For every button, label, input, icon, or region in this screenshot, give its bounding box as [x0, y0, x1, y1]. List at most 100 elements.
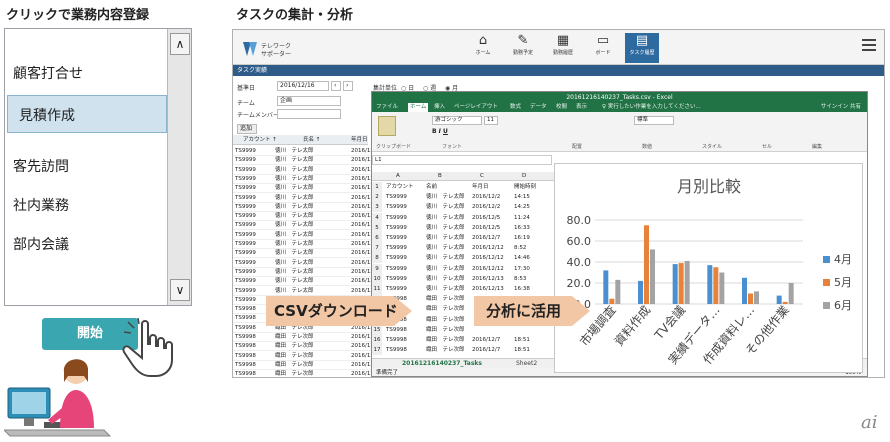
row-number[interactable]: 8 — [372, 253, 382, 264]
column-letter[interactable]: B — [438, 172, 442, 181]
y-tick-label: 40.0 — [567, 256, 592, 269]
col-date[interactable]: 年月日 — [351, 135, 368, 145]
hamburger-menu-icon[interactable] — [862, 39, 876, 51]
sheet-cell: 18:51 — [514, 347, 530, 354]
sheet-row[interactable]: 4 TS9999 徳川 テレ太郎 2016/12/5 11:24 — [372, 212, 557, 223]
sheet-cell: TS9999 — [386, 265, 407, 272]
base-date-input[interactable]: 2016/12/16 — [277, 81, 329, 91]
sheet-row[interactable]: 6 TS9999 徳川 テレ太郎 2016/12/7 16:19 — [372, 233, 557, 243]
row-number[interactable]: 9 — [372, 263, 382, 274]
sheet-row[interactable]: 3 TS9999 徳川 テレ太郎 2016/12/2 14:25 — [372, 202, 557, 213]
font-style-buttons[interactable]: B I U — [432, 128, 448, 135]
ribbon-tab[interactable]: データ — [530, 103, 547, 112]
next-date-button[interactable]: › — [343, 81, 353, 91]
ribbon-tab[interactable]: ファイル — [376, 103, 398, 112]
prev-date-button[interactable]: ‹ — [331, 81, 341, 91]
sheet-cell: 2016/12/12 — [472, 245, 504, 252]
chart-bar — [788, 283, 794, 304]
sheet-cell: 2016/12/5 — [472, 224, 501, 231]
sheet-cell: 徳川 テレ太郎 — [426, 265, 465, 272]
ribbon-tab[interactable]: ページレイアウト — [454, 103, 498, 112]
nav-schedule[interactable]: ✎ 勤務予定 — [506, 33, 540, 63]
sheet-cell: 2016/12/12 — [472, 255, 504, 262]
task-item-visit[interactable]: 客先訪問 — [13, 156, 69, 176]
sheet-row[interactable]: 16 TS9998 織田 テレ次郎 2016/12/7 18:51 — [372, 335, 557, 345]
nav-board[interactable]: ▭ ボード — [586, 33, 620, 63]
row-number[interactable]: 17 — [372, 345, 382, 356]
column-letter[interactable]: A — [396, 172, 400, 181]
csv-download-label: CSVダウンロード — [274, 302, 398, 320]
sheet-row[interactable]: 9 TS9999 徳川 テレ太郎 2016/12/12 17:30 — [372, 263, 557, 274]
pointing-hand-icon — [122, 318, 173, 377]
sheet-cell: TS9999 — [386, 245, 407, 252]
ribbon-tab[interactable]: ホーム — [408, 103, 429, 112]
ribbon-tab[interactable]: 校閲 — [556, 103, 567, 112]
column-letter[interactable]: C — [480, 172, 484, 181]
calendar-icon: ▦ — [556, 33, 570, 48]
number-format-select[interactable]: 標準 — [634, 116, 674, 125]
row-number[interactable]: 2 — [372, 192, 382, 203]
chart-bar — [754, 291, 759, 304]
ribbon-group-label: セル — [762, 144, 773, 150]
task-list[interactable]: 顧客打合せ 見積作成 客先訪問 社内業務 部内会議 ∧ ∨ — [4, 28, 192, 306]
row-number[interactable]: 7 — [372, 243, 382, 254]
nav-task-history[interactable]: ▤ タスク履歴 — [625, 33, 659, 63]
nav-work-history[interactable]: ▦ 勤務履歴 — [546, 33, 580, 63]
row-number[interactable]: 1 — [372, 182, 382, 192]
task-item-internal[interactable]: 社内業務 — [13, 195, 69, 215]
sheet-cell: 開始時刻 — [514, 184, 537, 190]
sheet-row[interactable]: 2 TS9999 徳川 テレ太郎 2016/12/2 14:15 — [372, 192, 557, 203]
sheet-row[interactable]: 10 TS9999 徳川 テレ太郎 2016/12/13 8:53 — [372, 273, 557, 284]
scroll-up-button[interactable]: ∧ — [170, 33, 190, 55]
scroll-down-button[interactable]: ∨ — [170, 279, 190, 301]
sheet-row[interactable]: 7 TS9999 徳川 テレ太郎 2016/12/12 8:52 — [372, 243, 557, 254]
sheet-cell: TS9999 — [386, 255, 407, 262]
row-number[interactable]: 16 — [372, 335, 382, 345]
row-number[interactable]: 5 — [372, 222, 382, 233]
nav-home[interactable]: ⌂ ホーム — [466, 33, 500, 63]
font-size-select[interactable]: 11 — [484, 116, 498, 125]
sheet-row[interactable]: 8 TS9999 徳川 テレ太郎 2016/12/12 14:46 — [372, 253, 557, 264]
scrollbar[interactable]: ∧ ∨ — [167, 29, 191, 305]
row-number[interactable]: 3 — [372, 202, 382, 213]
column-letter[interactable]: D — [522, 172, 526, 181]
team-select[interactable]: 企画 — [277, 96, 341, 106]
task-item-meeting[interactable]: 顧客打合せ — [13, 63, 83, 83]
row-number[interactable]: 6 — [372, 233, 382, 243]
legend-label: 4月 — [834, 253, 852, 266]
team-label: チーム — [237, 100, 255, 107]
ribbon-tab[interactable]: 数式 — [510, 103, 521, 112]
add-button[interactable]: 追加 — [237, 124, 257, 134]
sheet-cell: 徳川 テレ太郎 — [426, 235, 465, 241]
sheet-row[interactable]: 17 TS9998 織田 テレ次郎 2016/12/7 18:51 — [372, 345, 557, 356]
col-account[interactable]: アカウント ↑ — [243, 135, 277, 145]
chart-bar — [719, 272, 725, 304]
ribbon-tab[interactable]: 表示 — [576, 103, 587, 112]
font-name-select[interactable]: 游ゴシック — [432, 116, 482, 125]
ribbon-tab[interactable]: 挿入 — [434, 103, 445, 112]
tell-me-search[interactable]: ♀ 実行したい作業を入力してください... — [602, 103, 701, 112]
paste-icon[interactable] — [378, 116, 396, 136]
chart-bar — [748, 293, 753, 304]
chart-bar — [707, 265, 713, 304]
sign-in-share[interactable]: サインイン 共有 — [821, 103, 861, 112]
sheet-cell: 徳川 テレ太郎 — [426, 275, 465, 282]
member-select[interactable] — [277, 109, 341, 119]
task-history-icon: ▤ — [635, 33, 649, 48]
app-top-bar: テレワーク サポーター ⌂ ホーム ✎ 勤務予定 ▦ 勤務履歴 ▭ ボード ▤ タスク履歴 — [233, 30, 884, 65]
col-name[interactable]: 氏名 ↑ — [303, 135, 320, 145]
chart-bar — [742, 277, 747, 304]
sheet-row[interactable]: 5 TS9999 徳川 テレ太郎 2016/12/5 16:33 — [372, 222, 557, 233]
table-row[interactable]: TS9998織田 テレ次郎2016/12 — [233, 369, 374, 377]
row-number[interactable]: 4 — [372, 212, 382, 223]
name-box[interactable]: L1 — [372, 155, 552, 165]
sheet-row[interactable]: 1 アカウント 名前 年月日 開始時刻 — [372, 182, 557, 192]
row-number[interactable]: 10 — [372, 273, 382, 284]
task-item-estimate[interactable]: 見積作成 — [19, 105, 75, 125]
sheet-cell: TS9998 — [386, 337, 407, 343]
task-item-dept-meeting[interactable]: 部内会議 — [13, 234, 69, 254]
sheet-cell: 2016/12/12 — [472, 265, 504, 272]
sheet-cell: TS9999 — [386, 194, 407, 201]
chart-bar — [615, 279, 621, 304]
watermark-logo: ai — [861, 412, 878, 433]
